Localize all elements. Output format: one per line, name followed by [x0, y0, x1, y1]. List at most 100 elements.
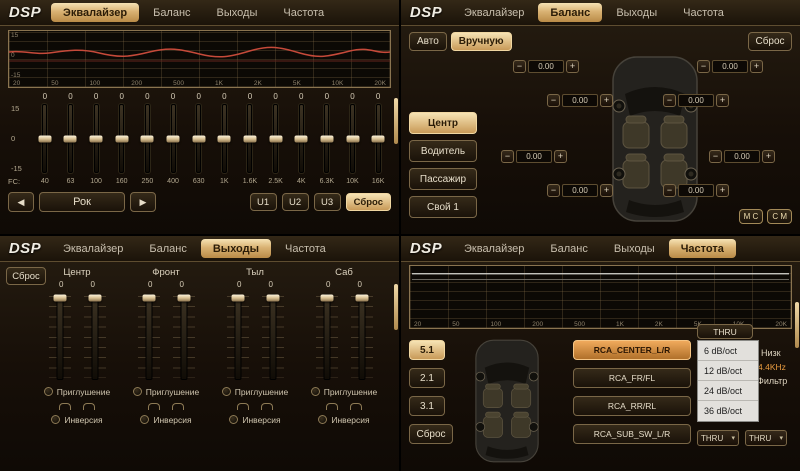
tab-balance[interactable]: Баланс [538, 3, 602, 22]
slider-knob[interactable] [38, 135, 51, 142]
tab-equalizer[interactable]: Эквалайзер [452, 3, 536, 22]
tab-frequency[interactable]: Частота [273, 239, 338, 258]
slope-dropdown-current[interactable]: THRU [697, 324, 753, 339]
tab-frequency[interactable]: Частота [271, 3, 336, 22]
position-button[interactable]: Центр [409, 112, 477, 134]
minus-button[interactable]: − [663, 184, 676, 197]
position-button[interactable]: Свой 1 [409, 196, 477, 218]
tab-outputs[interactable]: Выходы [201, 239, 271, 258]
eq-band-slider[interactable] [273, 104, 278, 173]
position-button[interactable]: Водитель [409, 140, 477, 162]
eq-band-slider[interactable] [196, 104, 201, 173]
plus-button[interactable]: + [750, 60, 763, 73]
frequency-reset-button[interactable]: Сброс [409, 424, 453, 444]
preset-button[interactable]: Рок [39, 192, 125, 212]
eq-band-slider[interactable] [119, 104, 124, 173]
scroll-indicator[interactable] [394, 98, 398, 144]
channel-swap-button[interactable]: M C [739, 209, 764, 224]
slider-knob[interactable] [64, 135, 77, 142]
plus-button[interactable]: + [762, 150, 775, 163]
eq-band-slider[interactable] [145, 104, 150, 173]
plus-button[interactable]: + [600, 94, 613, 107]
slider-knob[interactable] [372, 135, 385, 142]
slider-knob[interactable] [231, 295, 244, 302]
rca-output-button[interactable]: RCA_FR/FL [573, 368, 691, 388]
balance-reset-button[interactable]: Сброс [748, 32, 792, 51]
slider-knob[interactable] [320, 135, 333, 142]
slider-knob[interactable] [167, 135, 180, 142]
slider-knob[interactable] [218, 135, 231, 142]
tab-outputs[interactable]: Выходы [602, 239, 667, 258]
slope-option[interactable]: 12 dB/oct [698, 361, 758, 381]
eq-band-slider[interactable] [247, 104, 252, 173]
rca-output-button[interactable]: RCA_SUB_SW_L/R [573, 424, 691, 444]
slider-knob[interactable] [320, 295, 333, 302]
channel-swap-button[interactable]: C M [767, 209, 792, 224]
slider-knob[interactable] [88, 295, 101, 302]
slider-knob[interactable] [243, 135, 256, 142]
minus-button[interactable]: − [513, 60, 526, 73]
invert-radio[interactable] [229, 415, 238, 424]
link-channels-icon[interactable] [237, 400, 273, 410]
output-slider[interactable] [142, 292, 156, 382]
mute-radio[interactable] [44, 387, 53, 396]
rca-output-button[interactable]: RCA_RR/RL [573, 396, 691, 416]
memory-U1-button[interactable]: U1 [250, 193, 277, 211]
preset-next-button[interactable]: ▶ [130, 192, 156, 212]
eq-reset-button[interactable]: Сброс [346, 193, 391, 211]
tab-frequency[interactable]: Частота [669, 239, 736, 258]
balance-mode-button[interactable]: Авто [409, 32, 447, 51]
slider-knob[interactable] [53, 295, 66, 302]
slope-select[interactable]: THRU▾ [697, 430, 739, 446]
minus-button[interactable]: − [697, 60, 710, 73]
tab-equalizer[interactable]: Эквалайзер [51, 239, 135, 258]
link-channels-icon[interactable] [326, 400, 362, 410]
slider-knob[interactable] [346, 135, 359, 142]
slider-knob[interactable] [177, 295, 190, 302]
scroll-indicator[interactable] [795, 302, 799, 348]
plus-button[interactable]: + [554, 150, 567, 163]
output-slider[interactable] [53, 292, 67, 382]
balance-mode-button[interactable]: Вручную [451, 32, 512, 51]
mute-radio[interactable] [222, 387, 231, 396]
output-slider[interactable] [231, 292, 245, 382]
eq-band-slider[interactable] [299, 104, 304, 173]
slope-option[interactable]: 6 dB/oct [698, 341, 758, 361]
slider-knob[interactable] [141, 135, 154, 142]
output-slider[interactable] [355, 292, 369, 382]
tab-balance[interactable]: Баланс [137, 239, 198, 258]
mute-radio[interactable] [311, 387, 320, 396]
plus-button[interactable]: + [566, 60, 579, 73]
eq-band-slider[interactable] [94, 104, 99, 173]
minus-button[interactable]: − [547, 94, 560, 107]
plus-button[interactable]: + [716, 184, 729, 197]
channel-mode-button[interactable]: 2.1 [409, 368, 445, 388]
rca-output-button[interactable]: RCA_CENTER_L/R [573, 340, 691, 360]
slope-option[interactable]: 36 dB/oct [698, 401, 758, 421]
output-slider[interactable] [88, 292, 102, 382]
eq-band-slider[interactable] [171, 104, 176, 173]
tab-outputs[interactable]: Выходы [604, 3, 669, 22]
scroll-indicator[interactable] [394, 284, 398, 330]
slider-knob[interactable] [266, 295, 279, 302]
tab-equalizer[interactable]: Эквалайзер [452, 239, 536, 258]
slider-knob[interactable] [142, 295, 155, 302]
invert-radio[interactable] [51, 415, 60, 424]
eq-band-slider[interactable] [42, 104, 47, 173]
eq-band-slider[interactable] [68, 104, 73, 173]
minus-button[interactable]: − [709, 150, 722, 163]
slider-knob[interactable] [115, 135, 128, 142]
plus-button[interactable]: + [600, 184, 613, 197]
mute-radio[interactable] [133, 387, 142, 396]
slope-option[interactable]: 24 dB/oct [698, 381, 758, 401]
slider-knob[interactable] [355, 295, 368, 302]
minus-button[interactable]: − [547, 184, 560, 197]
eq-band-slider[interactable] [222, 104, 227, 173]
invert-radio[interactable] [140, 415, 149, 424]
output-slider[interactable] [320, 292, 334, 382]
channel-mode-button[interactable]: 5.1 [409, 340, 445, 360]
preset-prev-button[interactable]: ◀ [8, 192, 34, 212]
tab-balance[interactable]: Баланс [141, 3, 202, 22]
invert-radio[interactable] [318, 415, 327, 424]
eq-band-slider[interactable] [376, 104, 381, 173]
